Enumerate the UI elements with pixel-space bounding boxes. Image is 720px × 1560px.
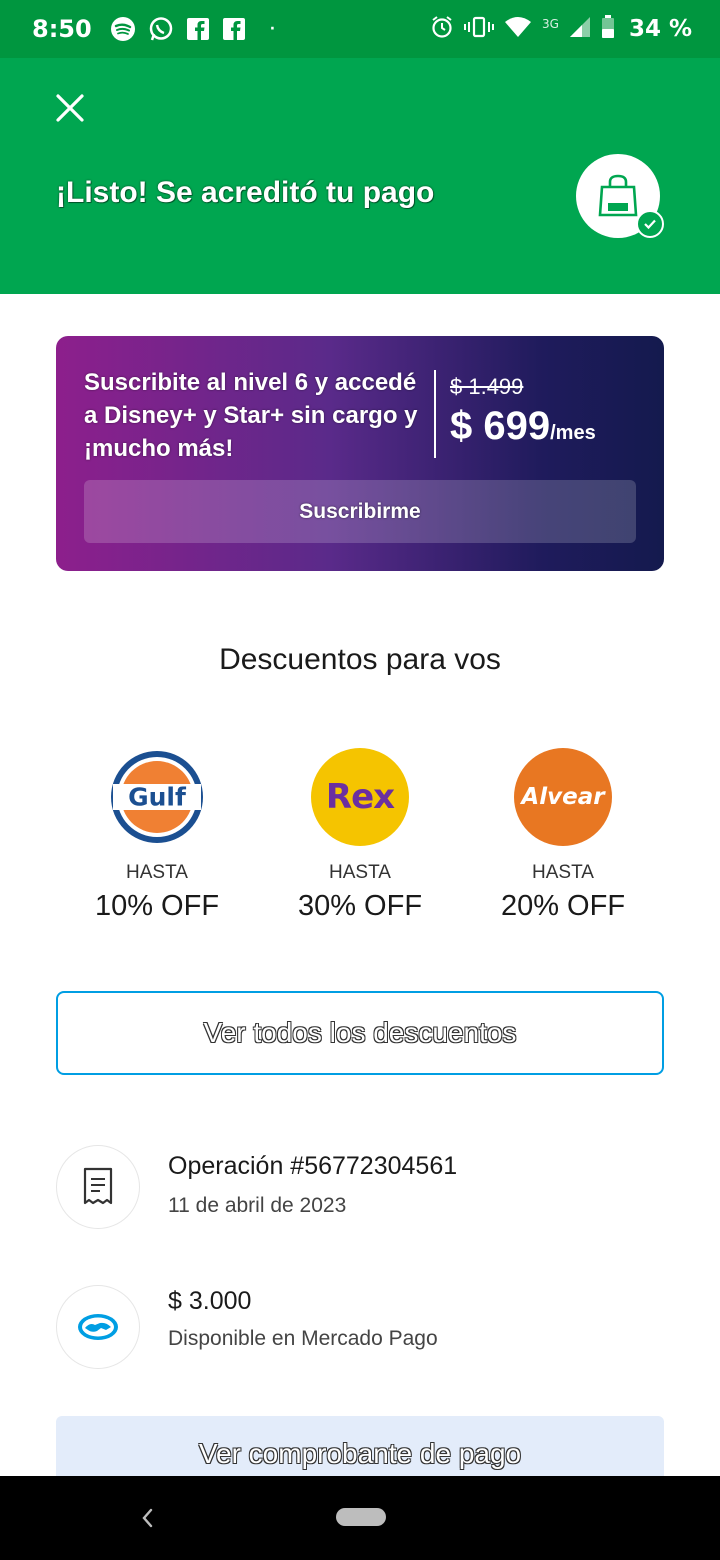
- promo-price-value: $ 699: [450, 404, 551, 448]
- subscription-promo-card: Suscribite al nivel 6 y accedé a Disney+…: [56, 336, 664, 571]
- system-nav-bar: [0, 1476, 720, 1560]
- close-icon[interactable]: [52, 90, 88, 126]
- discount-rex[interactable]: Rex HASTA 30% OFF: [260, 748, 460, 923]
- promo-price-period: /mes: [550, 422, 596, 444]
- rex-logo: Rex: [311, 748, 409, 846]
- success-header: ¡Listo! Se acreditó tu pago: [0, 58, 720, 294]
- discount-value: 10% OFF: [94, 890, 220, 922]
- operation-number: Operación #56772304561: [168, 1152, 458, 1180]
- battery-icon: [601, 15, 615, 43]
- see-all-discounts-button[interactable]: Ver todos los descuentos: [56, 991, 664, 1075]
- discount-label: HASTA: [532, 862, 594, 883]
- status-bar: 8:50 · 3G 34 %: [0, 0, 720, 58]
- promo-old-price: $ 1.499: [450, 374, 524, 399]
- alarm-icon: [430, 15, 454, 43]
- facebook-icon: [222, 17, 246, 41]
- wifi-icon: [504, 16, 532, 42]
- discount-value: 30% OFF: [297, 890, 423, 922]
- alvear-logo: Alvear: [514, 748, 612, 846]
- amount-availability: Disponible en Mercado Pago: [168, 1327, 438, 1350]
- facebook-icon: [186, 17, 210, 41]
- vibrate-icon: [464, 15, 494, 43]
- subscribe-button[interactable]: Suscribirme: [84, 480, 636, 543]
- spotify-icon: [110, 16, 136, 42]
- discount-label: HASTA: [126, 862, 188, 883]
- signal-icon: [569, 16, 591, 42]
- promo-price: $ 699/mes: [450, 404, 596, 449]
- gulf-logo: Gulf: [108, 748, 206, 846]
- check-icon: [636, 210, 664, 238]
- home-pill-icon[interactable]: [336, 1508, 386, 1526]
- promo-divider: [434, 370, 436, 458]
- promo-text: Suscribite al nivel 6 y accedé a Disney+…: [84, 369, 418, 462]
- svg-text:Gulf: Gulf: [128, 783, 187, 812]
- status-time: 8:50: [32, 15, 92, 43]
- receipt-icon: [56, 1145, 140, 1229]
- network-type: 3G: [542, 17, 559, 31]
- mercado-pago-icon: [56, 1285, 140, 1369]
- discounts-title: Descuentos para vos: [219, 643, 501, 676]
- discount-gulf[interactable]: Gulf HASTA 10% OFF: [57, 748, 257, 923]
- battery-level: 34 %: [628, 16, 692, 42]
- discount-alvear[interactable]: Alvear HASTA 20% OFF: [463, 748, 663, 923]
- back-icon[interactable]: [136, 1506, 160, 1530]
- discount-label: HASTA: [329, 862, 391, 883]
- operation-date: 11 de abril de 2023: [168, 1194, 347, 1217]
- dot-icon: ·: [269, 21, 276, 37]
- discount-value: 20% OFF: [500, 890, 626, 922]
- whatsapp-icon: [148, 16, 174, 42]
- page-title: ¡Listo! Se acreditó tu pago: [56, 176, 435, 209]
- amount-value: $ 3.000: [168, 1287, 252, 1315]
